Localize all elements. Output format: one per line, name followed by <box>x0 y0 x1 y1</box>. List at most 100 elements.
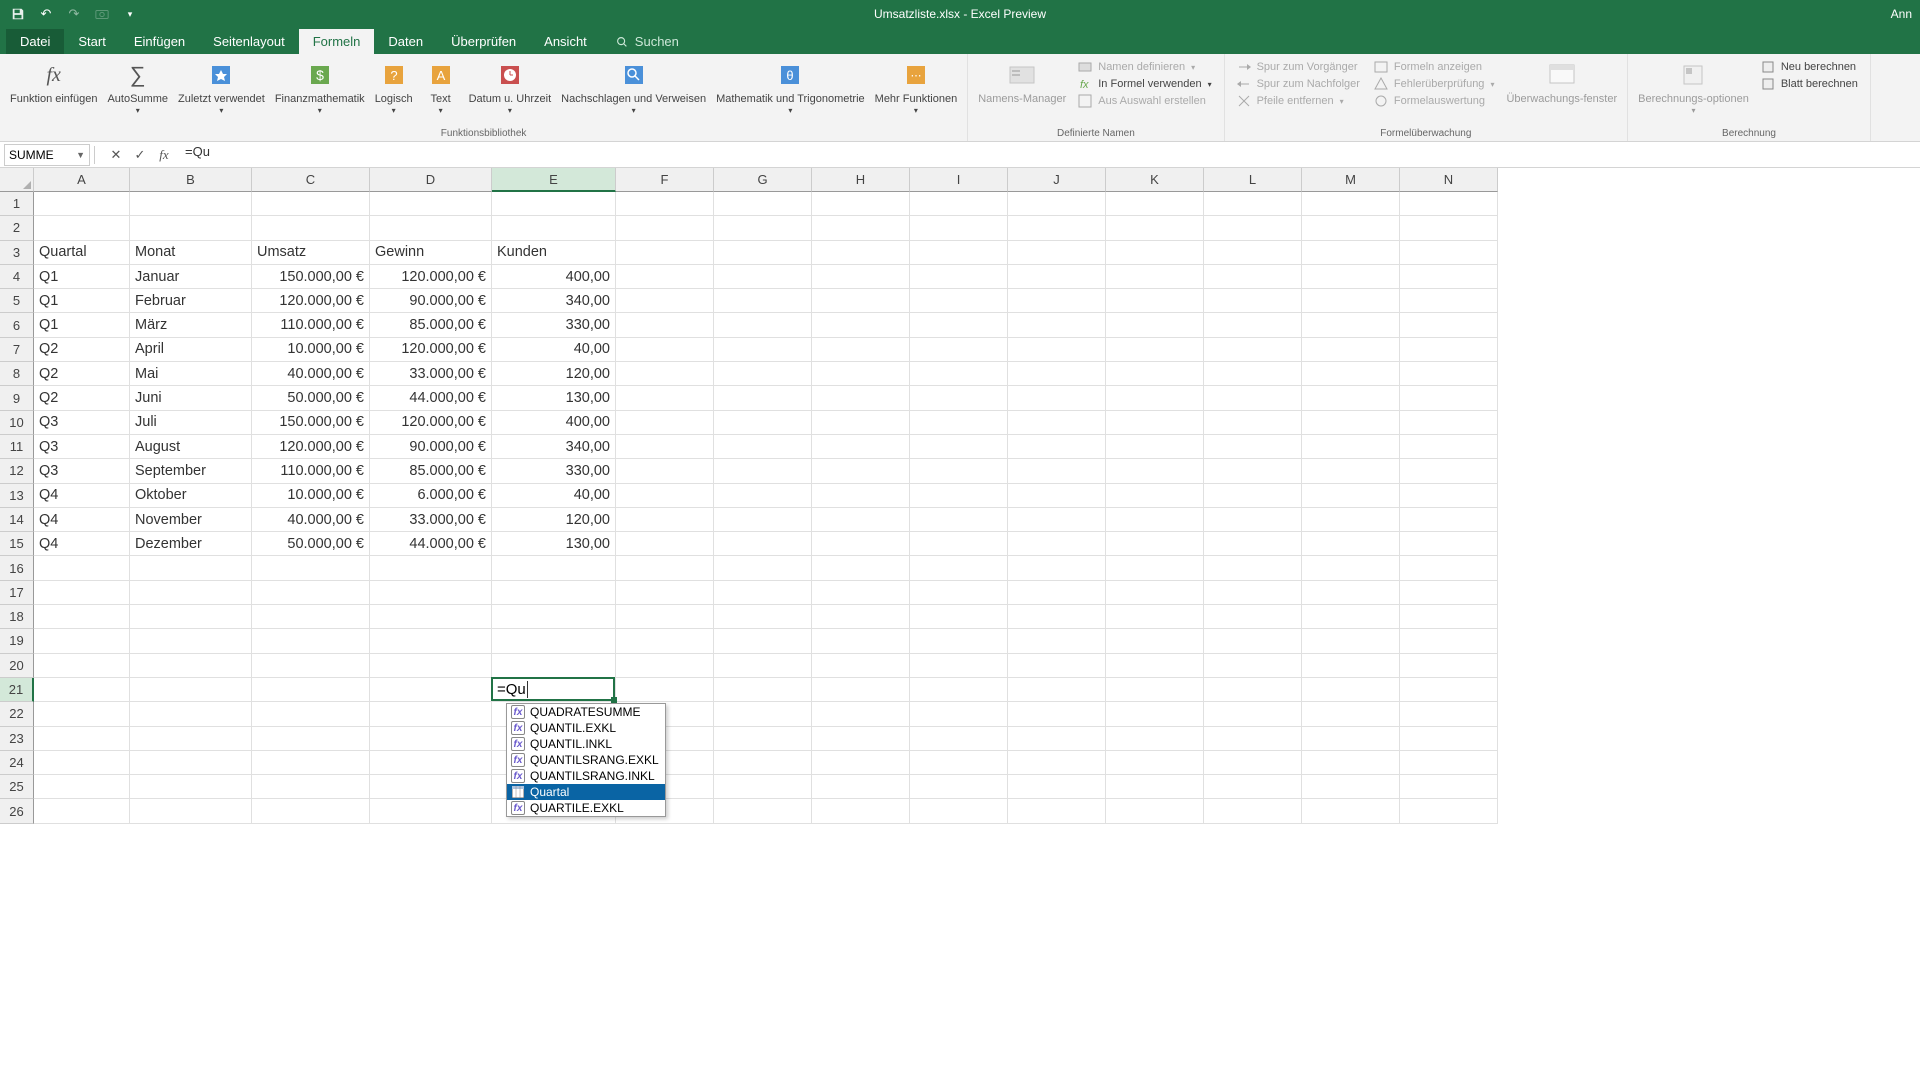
cell[interactable] <box>1106 289 1204 313</box>
cell[interactable] <box>1400 581 1498 605</box>
cell[interactable]: 90.000,00 € <box>370 435 492 459</box>
cell[interactable]: 150.000,00 € <box>252 411 370 435</box>
cell[interactable]: 40.000,00 € <box>252 362 370 386</box>
tab-file[interactable]: Datei <box>6 29 64 54</box>
cell[interactable] <box>130 751 252 775</box>
cell[interactable] <box>1008 727 1106 751</box>
cell[interactable] <box>616 216 714 240</box>
cell[interactable]: 400,00 <box>492 265 616 289</box>
cell[interactable] <box>812 654 910 678</box>
trace-dependents-button[interactable]: Spur zum Nachfolger <box>1235 76 1362 92</box>
cell[interactable] <box>1302 508 1400 532</box>
cell[interactable] <box>492 192 616 216</box>
cell[interactable] <box>812 751 910 775</box>
cell[interactable] <box>1106 556 1204 580</box>
cell[interactable] <box>616 556 714 580</box>
cell[interactable] <box>616 362 714 386</box>
calculation-options-button[interactable]: Berechnungs-optionen▾ <box>1634 57 1753 118</box>
cancel-formula-button[interactable]: ✕ <box>105 145 127 165</box>
column-header[interactable]: J <box>1008 168 1106 192</box>
cell[interactable] <box>910 484 1008 508</box>
autocomplete-item[interactable]: fxQUANTIL.INKL <box>507 736 665 752</box>
cell[interactable] <box>1106 581 1204 605</box>
cell[interactable] <box>616 338 714 362</box>
use-in-formula-button[interactable]: fxIn Formel verwenden ▾ <box>1076 76 1213 92</box>
tab-start[interactable]: Start <box>64 29 119 54</box>
cell[interactable]: 33.000,00 € <box>370 362 492 386</box>
cell[interactable] <box>910 216 1008 240</box>
cell[interactable] <box>1008 484 1106 508</box>
cell[interactable] <box>1400 727 1498 751</box>
logical-button[interactable]: ?Logisch▾ <box>371 57 417 118</box>
cell[interactable]: Februar <box>130 289 252 313</box>
column-header[interactable]: B <box>130 168 252 192</box>
create-from-selection-button[interactable]: Aus Auswahl erstellen <box>1076 93 1213 109</box>
cell[interactable] <box>714 313 812 337</box>
cell[interactable] <box>1302 386 1400 410</box>
cell[interactable] <box>1204 289 1302 313</box>
cell[interactable] <box>1204 362 1302 386</box>
cell[interactable] <box>812 435 910 459</box>
cell[interactable]: Juli <box>130 411 252 435</box>
cell[interactable] <box>714 435 812 459</box>
tab-formeln[interactable]: Formeln <box>299 29 375 54</box>
cell[interactable] <box>910 532 1008 556</box>
row-header[interactable]: 11 <box>0 435 34 459</box>
autocomplete-item[interactable]: fxQUANTILSRANG.EXKL <box>507 752 665 768</box>
cell[interactable] <box>492 216 616 240</box>
cell[interactable] <box>714 654 812 678</box>
cell[interactable] <box>34 775 130 799</box>
cell[interactable] <box>1302 265 1400 289</box>
cell[interactable] <box>910 629 1008 653</box>
column-header[interactable]: I <box>910 168 1008 192</box>
cell[interactable] <box>714 484 812 508</box>
row-header[interactable]: 17 <box>0 581 34 605</box>
cell[interactable] <box>714 751 812 775</box>
insert-function-button[interactable]: fxFunktion einfügen <box>6 57 101 118</box>
column-header[interactable]: N <box>1400 168 1498 192</box>
cell[interactable] <box>1302 727 1400 751</box>
row-header[interactable]: 19 <box>0 629 34 653</box>
error-checking-button[interactable]: Fehlerüberprüfung ▾ <box>1372 76 1497 92</box>
cell[interactable] <box>616 435 714 459</box>
cell[interactable] <box>1106 727 1204 751</box>
cell[interactable] <box>130 216 252 240</box>
cell[interactable] <box>616 386 714 410</box>
cell[interactable] <box>616 313 714 337</box>
cell[interactable] <box>252 605 370 629</box>
cell[interactable] <box>1204 799 1302 823</box>
cell[interactable] <box>1204 629 1302 653</box>
cell[interactable] <box>714 678 812 702</box>
cell[interactable] <box>1106 605 1204 629</box>
cell[interactable] <box>714 241 812 265</box>
cell[interactable] <box>1106 775 1204 799</box>
cell[interactable] <box>616 192 714 216</box>
tell-me-search[interactable]: Suchen <box>601 29 693 54</box>
cell[interactable]: Monat <box>130 241 252 265</box>
remove-arrows-button[interactable]: Pfeile entfernen ▾ <box>1235 93 1362 109</box>
cell[interactable]: November <box>130 508 252 532</box>
cell[interactable] <box>1204 508 1302 532</box>
cell[interactable] <box>34 678 130 702</box>
cell[interactable] <box>1008 386 1106 410</box>
cell[interactable] <box>910 556 1008 580</box>
cell[interactable]: Juni <box>130 386 252 410</box>
row-header[interactable]: 9 <box>0 386 34 410</box>
cell[interactable] <box>1302 459 1400 483</box>
calculate-sheet-button[interactable]: Blatt berechnen <box>1759 76 1860 92</box>
cell[interactable] <box>1008 799 1106 823</box>
cell[interactable] <box>714 192 812 216</box>
cell[interactable] <box>714 775 812 799</box>
recently-used-button[interactable]: Zuletzt verwendet▾ <box>174 57 269 118</box>
cell[interactable] <box>130 581 252 605</box>
cell[interactable] <box>616 605 714 629</box>
cell[interactable] <box>714 581 812 605</box>
cell[interactable] <box>370 192 492 216</box>
autocomplete-item[interactable]: Quartal <box>507 784 665 800</box>
cell[interactable] <box>910 605 1008 629</box>
column-header[interactable]: K <box>1106 168 1204 192</box>
cell[interactable]: 120.000,00 € <box>370 338 492 362</box>
row-header[interactable]: 23 <box>0 727 34 751</box>
cell[interactable] <box>910 192 1008 216</box>
cell[interactable]: Quartal <box>34 241 130 265</box>
